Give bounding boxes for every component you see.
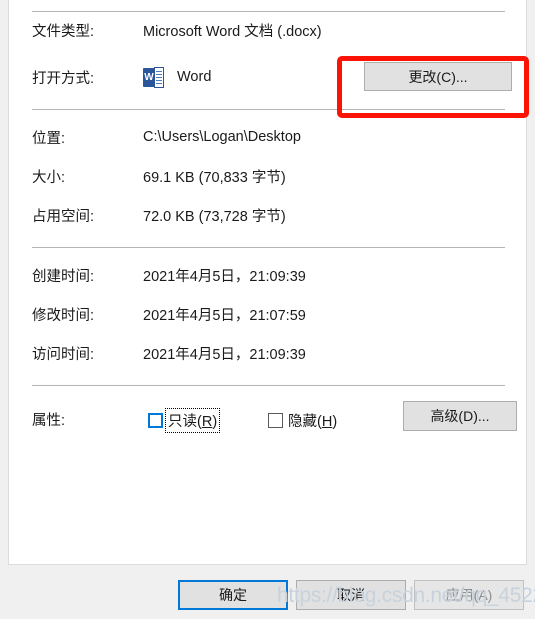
label-modified: 修改时间: (32, 307, 95, 324)
value-size: 69.1 KB (70,833 字节) (143, 169, 286, 186)
row-created: 创建时间: 2021年4月5日，21:09:39 (9, 263, 526, 287)
separator-after-open-with (32, 109, 505, 110)
row-size-on-disk: 占用空间: 72.0 KB (73,728 字节) (9, 203, 526, 227)
apply-button: 应用(A) (414, 580, 524, 610)
row-modified: 修改时间: 2021年4月5日，21:07:59 (9, 302, 526, 326)
checkbox-readonly-accesskey: R (201, 413, 213, 430)
checkbox-readonly-label[interactable]: 只读(R) (164, 407, 221, 433)
checkbox-hidden-box[interactable] (268, 412, 283, 428)
value-file-type: Microsoft Word 文档 (.docx) (143, 23, 322, 40)
value-modified: 2021年4月5日，21:07:59 (143, 307, 306, 324)
label-open-with: 打开方式: (32, 70, 95, 87)
ok-button[interactable]: 确定 (178, 580, 288, 610)
separator-after-timestamps (32, 385, 505, 386)
label-location: 位置: (32, 130, 66, 147)
checkbox-readonly-box[interactable] (148, 412, 163, 428)
advanced-attributes-button[interactable]: 高级(D)... (403, 401, 517, 431)
value-location: C:\Users\Logan\Desktop (143, 129, 301, 145)
row-file-type: 文件类型: Microsoft Word 文档 (.docx) (9, 18, 526, 42)
label-size: 大小: (32, 169, 66, 186)
label-created: 创建时间: (32, 268, 95, 285)
label-accessed: 访问时间: (32, 346, 95, 363)
label-file-type: 文件类型: (32, 23, 95, 40)
label-size-on-disk: 占用空间: (32, 208, 95, 225)
checkbox-readonly[interactable]: 只读(R) (148, 407, 221, 433)
change-program-button[interactable]: 更改(C)... (364, 62, 512, 91)
separator-after-size (32, 247, 505, 248)
row-accessed: 访问时间: 2021年4月5日，21:09:39 (9, 341, 526, 365)
row-location: 位置: C:\Users\Logan\Desktop (9, 125, 526, 149)
value-accessed: 2021年4月5日，21:09:39 (143, 346, 306, 363)
row-size: 大小: 69.1 KB (70,833 字节) (9, 164, 526, 188)
checkbox-hidden-accesskey: H (321, 413, 333, 430)
checkbox-hidden-text-end: ) (332, 413, 338, 430)
checkbox-hidden-label[interactable]: 隐藏(H) (287, 410, 338, 431)
value-created: 2021年4月5日，21:09:39 (143, 268, 306, 285)
value-open-with-app: Word (177, 69, 212, 85)
checkbox-readonly-text-end: ) (212, 413, 218, 430)
separator-top (32, 11, 505, 12)
file-properties-dialog-panel: 文件类型: Microsoft Word 文档 (.docx) 打开方式: W … (8, 0, 527, 565)
checkbox-hidden-text: 隐藏( (288, 413, 322, 430)
value-size-on-disk: 72.0 KB (73,728 字节) (143, 208, 286, 225)
cancel-button[interactable]: 取消 (296, 580, 406, 610)
checkbox-hidden[interactable]: 隐藏(H) (268, 410, 338, 430)
word-document-icon: W (143, 66, 164, 88)
checkbox-readonly-text: 只读( (168, 413, 202, 430)
label-attributes: 属性: (32, 412, 66, 429)
